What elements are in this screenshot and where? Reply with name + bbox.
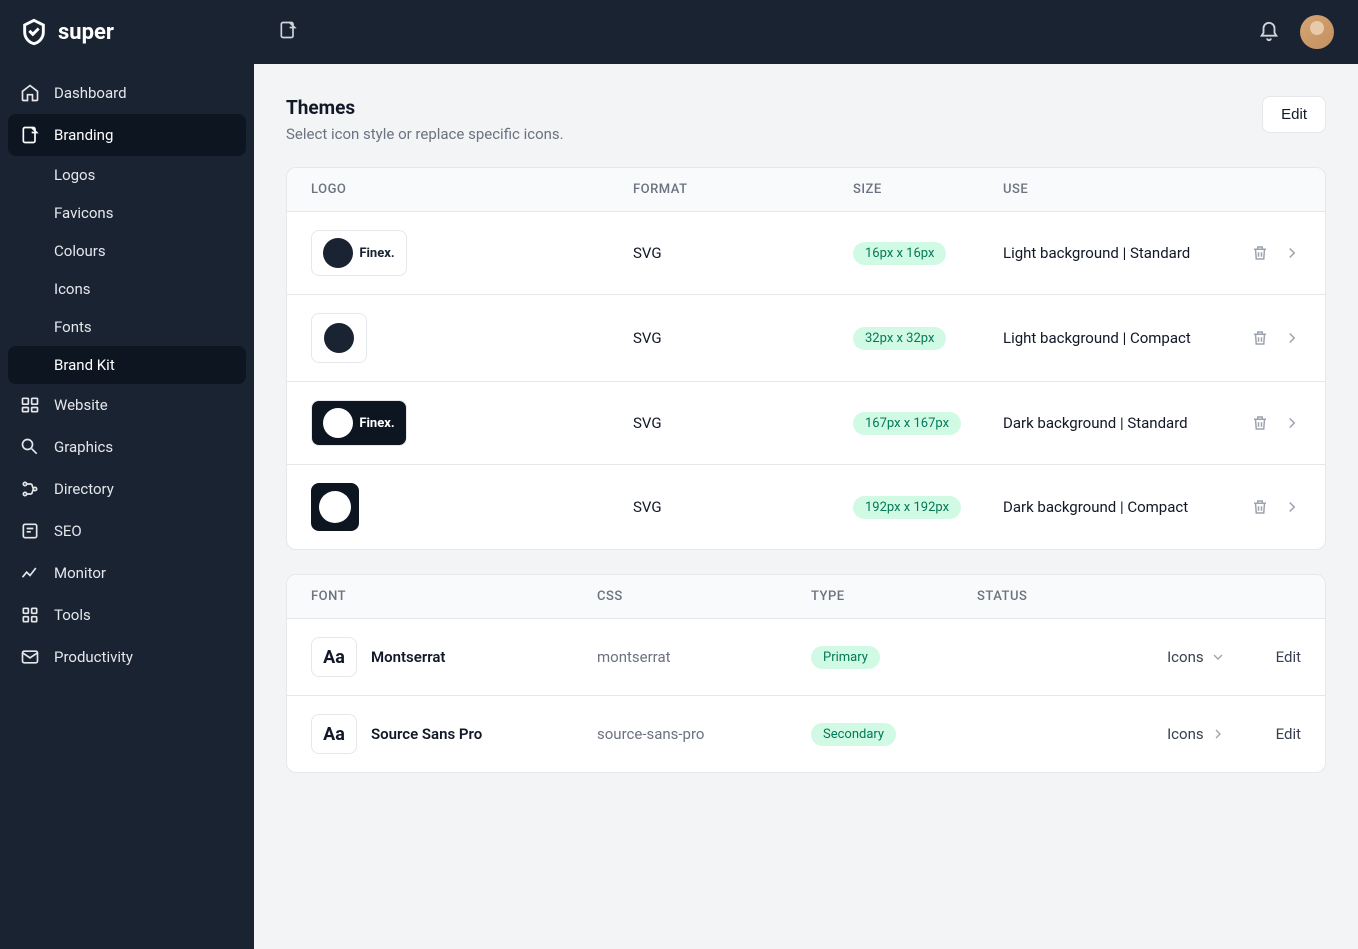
grid-icon — [20, 605, 40, 625]
th-use: USE — [1003, 182, 1231, 197]
layout-icon — [20, 395, 40, 415]
icons-dropdown[interactable]: Icons — [1167, 648, 1226, 666]
logos-table: LOGO FORMAT SIZE USE Finex. SVG 16px x 1… — [286, 167, 1326, 550]
nav-website[interactable]: Website — [8, 384, 246, 426]
type-badge: Primary — [811, 646, 880, 669]
bell-icon[interactable] — [1258, 21, 1280, 43]
nav-label: Monitor — [54, 564, 106, 582]
logo-preview: Finex. — [311, 230, 407, 276]
fonts-table: FONT CSS TYPE STATUS Aa Montserrat monts… — [286, 574, 1326, 773]
edit-button[interactable]: Edit — [1262, 96, 1326, 133]
nav-label: Dashboard — [54, 84, 127, 102]
size-badge: 16px x 16px — [853, 242, 946, 265]
palette-icon — [20, 125, 40, 145]
edit-link[interactable]: Edit — [1276, 648, 1301, 666]
home-icon — [20, 83, 40, 103]
th-logo: LOGO — [311, 182, 633, 197]
edit-link[interactable]: Edit — [1276, 725, 1301, 743]
nav-label: Productivity — [54, 648, 133, 666]
nav-label: Directory — [54, 480, 114, 498]
nav-sub-fonts[interactable]: Fonts — [8, 308, 246, 346]
font-preview: Aa — [311, 637, 357, 677]
chevron-right-icon — [1210, 726, 1226, 742]
nav-branding[interactable]: Branding — [8, 114, 246, 156]
nav-monitor[interactable]: Monitor — [8, 552, 246, 594]
icons-dropdown[interactable]: Icons — [1167, 725, 1226, 743]
app-logo[interactable]: super — [0, 0, 254, 64]
nav-tools[interactable]: Tools — [8, 594, 246, 636]
logo-preview — [311, 483, 359, 531]
logo-row: SVG 192px x 192px Dark background | Comp… — [287, 465, 1325, 549]
font-row: Aa Montserrat montserrat Primary Icons E… — [287, 619, 1325, 696]
app-brand-text: super — [58, 20, 114, 45]
page-subtitle: Select icon style or replace specific ic… — [286, 125, 564, 143]
trash-icon — [1251, 244, 1269, 262]
shield-check-icon — [20, 18, 48, 46]
chart-line-icon — [20, 563, 40, 583]
logo-preview: Finex. — [311, 400, 407, 446]
mail-icon — [20, 647, 40, 667]
sidebar: super Dashboard Branding Logos Favicons … — [0, 0, 254, 949]
form-icon — [20, 521, 40, 541]
topbar — [254, 0, 1358, 64]
th-format: FORMAT — [633, 182, 853, 197]
trash-icon — [1251, 414, 1269, 432]
page-icon — [278, 20, 298, 40]
size-badge: 32px x 32px — [853, 327, 946, 350]
delete-button[interactable] — [1251, 498, 1269, 516]
chevron-right-icon — [1283, 244, 1301, 262]
nav-label: SEO — [54, 522, 82, 540]
nav-sub-favicons[interactable]: Favicons — [8, 194, 246, 232]
nav-label: Website — [54, 396, 108, 414]
th-css: CSS — [597, 589, 811, 604]
nav-sub-logos[interactable]: Logos — [8, 156, 246, 194]
nav-label: Branding — [54, 126, 113, 144]
nav-dashboard[interactable]: Dashboard — [8, 72, 246, 114]
avatar[interactable] — [1300, 15, 1334, 49]
logo-row: SVG 32px x 32px Light background | Compa… — [287, 295, 1325, 382]
nav-label: Tools — [54, 606, 91, 624]
th-status: STATUS — [977, 589, 1301, 604]
delete-button[interactable] — [1251, 244, 1269, 262]
nav-sub-icons[interactable]: Icons — [8, 270, 246, 308]
nav-graphics[interactable]: Graphics — [8, 426, 246, 468]
delete-button[interactable] — [1251, 414, 1269, 432]
size-badge: 167px x 167px — [853, 412, 961, 435]
th-font: FONT — [311, 589, 597, 604]
font-row: Aa Source Sans Pro source-sans-pro Secon… — [287, 696, 1325, 772]
nav-label: Graphics — [54, 438, 113, 456]
logo-circle-icon — [324, 323, 354, 353]
logo-circle-icon — [323, 408, 353, 438]
expand-button[interactable] — [1283, 414, 1301, 432]
nav-productivity[interactable]: Productivity — [8, 636, 246, 678]
logo-circle-icon — [323, 238, 353, 268]
nav-seo[interactable]: SEO — [8, 510, 246, 552]
font-preview: Aa — [311, 714, 357, 754]
chevron-right-icon — [1283, 329, 1301, 347]
trash-icon — [1251, 498, 1269, 516]
logo-preview — [311, 313, 367, 363]
th-type: TYPE — [811, 589, 977, 604]
type-badge: Secondary — [811, 723, 896, 746]
th-size: SIZE — [853, 182, 1003, 197]
expand-button[interactable] — [1283, 498, 1301, 516]
trash-icon — [1251, 329, 1269, 347]
chevron-right-icon — [1283, 498, 1301, 516]
logo-circle-icon — [319, 491, 351, 523]
sidebar-nav: Dashboard Branding Logos Favicons Colour… — [0, 64, 254, 949]
chevron-down-icon — [1210, 649, 1226, 665]
chevron-right-icon — [1283, 414, 1301, 432]
logo-row: Finex. SVG 167px x 167px Dark background… — [287, 382, 1325, 465]
expand-button[interactable] — [1283, 244, 1301, 262]
logo-row: Finex. SVG 16px x 16px Light background … — [287, 212, 1325, 295]
expand-button[interactable] — [1283, 329, 1301, 347]
graphics-icon — [20, 437, 40, 457]
nav-sub-colours[interactable]: Colours — [8, 232, 246, 270]
size-badge: 192px x 192px — [853, 496, 961, 519]
delete-button[interactable] — [1251, 329, 1269, 347]
directory-icon — [20, 479, 40, 499]
nav-sub-brand-kit[interactable]: Brand Kit — [8, 346, 246, 384]
page-title: Themes — [286, 96, 564, 119]
nav-directory[interactable]: Directory — [8, 468, 246, 510]
